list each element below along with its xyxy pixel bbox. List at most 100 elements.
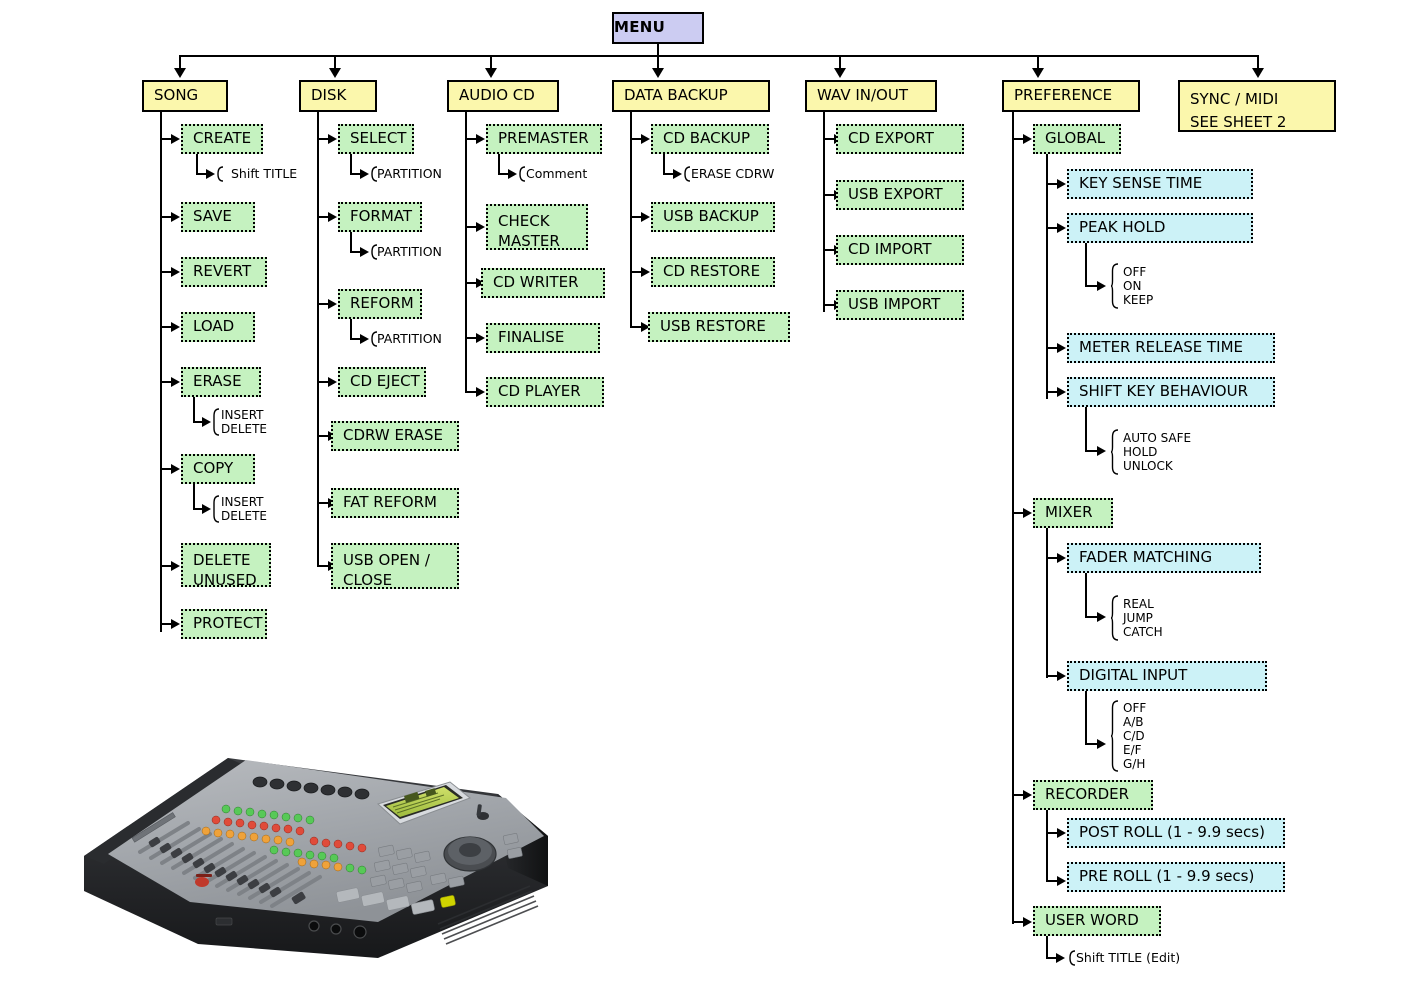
connector-erase-opt-v: [193, 397, 195, 423]
item-disk-usb-open-close[interactable]: USB OPEN / CLOSE: [331, 543, 459, 589]
group-recorder-label: RECORDER: [1045, 785, 1130, 804]
item-wav-usb-import[interactable]: USB IMPORT: [836, 290, 964, 320]
options-disk-format: PARTITION: [375, 244, 442, 260]
connector-fader-opt-v: [1085, 573, 1087, 618]
group-mixer[interactable]: MIXER: [1033, 498, 1113, 528]
connector-create-opt-v: [196, 154, 198, 174]
root-node-menu[interactable]: MENU: [612, 12, 704, 44]
item-disk-reform[interactable]: REFORM: [338, 289, 422, 319]
arrow-song-delete-unused: [171, 561, 180, 571]
item-meter-release-time[interactable]: METER RELEASE TIME: [1067, 333, 1275, 363]
arrow-peak-hold-opt: [1097, 281, 1106, 291]
item-song-protect[interactable]: PROTECT: [181, 609, 267, 639]
item-song-copy[interactable]: COPY: [181, 454, 255, 484]
item-song-delete-unused[interactable]: DELETE UNUSED: [181, 543, 271, 589]
arrow-pref-mixer: [1023, 508, 1032, 518]
item-db-usb-restore[interactable]: USB RESTORE: [648, 312, 790, 342]
arrow-create-opt: [206, 169, 215, 179]
item-db-cd-restore[interactable]: CD RESTORE: [651, 257, 775, 287]
item-disk-reform-label: REFORM: [350, 294, 414, 313]
options-disk-select: PARTITION: [375, 166, 442, 182]
item-db-cd-backup-label: CD BACKUP: [663, 129, 751, 148]
item-wav-cd-import[interactable]: CD IMPORT: [836, 235, 964, 265]
item-acd-premaster[interactable]: PREMASTER: [486, 124, 602, 154]
item-disk-format[interactable]: FORMAT: [338, 202, 422, 232]
option-select-partition: PARTITION: [377, 165, 442, 181]
category-sync-midi[interactable]: SYNC / MIDI SEE SHEET 2: [1178, 80, 1336, 132]
connector-peak-hold-opt-v: [1085, 243, 1087, 287]
item-acd-cd-writer[interactable]: CD WRITER: [481, 268, 605, 298]
arrow-sync-midi: [1252, 68, 1264, 78]
item-fader-matching[interactable]: FADER MATCHING: [1067, 543, 1261, 573]
category-audio-cd[interactable]: AUDIO CD: [447, 80, 559, 112]
category-disk-label: DISK: [311, 86, 347, 105]
item-db-usb-backup-label: USB BACKUP: [663, 207, 759, 226]
item-song-save[interactable]: SAVE: [181, 202, 255, 232]
item-meter-release-time-label: METER RELEASE TIME: [1079, 338, 1244, 357]
item-acd-premaster-label: PREMASTER: [498, 129, 589, 148]
spine-audio-cd: [465, 112, 467, 392]
connector-bus: [180, 55, 1258, 57]
category-preference[interactable]: PREFERENCE: [1002, 80, 1140, 112]
item-wav-cd-export[interactable]: CD EXPORT: [836, 124, 964, 154]
item-db-cd-backup[interactable]: CD BACKUP: [651, 124, 769, 154]
item-acd-check-master[interactable]: CHECK MASTER: [486, 204, 588, 250]
item-song-protect-label: PROTECT: [193, 614, 263, 633]
item-peak-hold-label: PEAK HOLD: [1079, 218, 1166, 237]
group-user-word[interactable]: USER WORD: [1033, 906, 1161, 936]
category-data-backup[interactable]: DATA BACKUP: [612, 80, 770, 112]
item-acd-cd-player[interactable]: CD PLAYER: [486, 377, 604, 407]
options-peak-hold: OFF ON KEEP: [1117, 265, 1153, 307]
arrow-select-opt: [360, 169, 369, 179]
group-recorder[interactable]: RECORDER: [1033, 780, 1153, 810]
arrow-recorder-post-roll: [1057, 828, 1066, 838]
category-wav-in-out[interactable]: WAV IN/OUT: [805, 80, 937, 112]
arrow-mixer-fader-matching: [1057, 553, 1066, 563]
item-song-revert[interactable]: REVERT: [181, 257, 267, 287]
spine-recorder: [1046, 810, 1048, 882]
group-global[interactable]: GLOBAL: [1033, 124, 1121, 154]
option-copy-insert: INSERT: [221, 494, 264, 509]
item-disk-fat-reform[interactable]: FAT REFORM: [331, 488, 459, 518]
item-post-roll-label: POST ROLL (1 - 9.9 secs): [1079, 823, 1265, 842]
arrow-db-usb-backup: [641, 212, 650, 222]
category-disk[interactable]: DISK: [299, 80, 377, 112]
item-key-sense-time[interactable]: KEY SENSE TIME: [1067, 169, 1253, 199]
item-pre-roll[interactable]: PRE ROLL (1 - 9.9 secs): [1067, 862, 1285, 892]
option-shift-unlock: UNLOCK: [1123, 459, 1173, 474]
arrow-song-protect: [171, 619, 180, 629]
option-erase-cdrw: ERASE CDRW: [691, 165, 775, 181]
option-peak-hold-off: OFF: [1123, 264, 1147, 279]
item-disk-cdrw-erase[interactable]: CDRW ERASE: [331, 421, 459, 451]
item-wav-usb-export[interactable]: USB EXPORT: [836, 180, 964, 210]
item-peak-hold[interactable]: PEAK HOLD: [1067, 213, 1253, 243]
category-song[interactable]: SONG: [142, 80, 228, 112]
arrow-song-revert: [171, 267, 180, 277]
item-disk-select[interactable]: SELECT: [338, 124, 414, 154]
item-acd-finalise[interactable]: FINALISE: [486, 323, 600, 353]
item-disk-cd-eject[interactable]: CD EJECT: [338, 367, 426, 397]
arrow-global-shift-key: [1057, 387, 1066, 397]
option-shift-title: Shift TITLE: [231, 165, 298, 181]
item-song-erase[interactable]: ERASE: [181, 367, 261, 397]
arrow-pref-global: [1023, 134, 1032, 144]
item-post-roll[interactable]: POST ROLL (1 - 9.9 secs): [1067, 818, 1285, 848]
arrow-song-save: [171, 212, 180, 222]
option-shift-hold: HOLD: [1123, 444, 1158, 459]
item-song-save-label: SAVE: [193, 207, 232, 226]
item-song-create[interactable]: CREATE: [181, 124, 263, 154]
menu-tree-diagram: MENU SONG DISK AUDIO CD DATA BACKUP WAV …: [0, 0, 1404, 992]
item-shift-key-behaviour[interactable]: SHIFT KEY BEHAVIOUR: [1067, 377, 1275, 407]
category-sync-midi-label: SYNC / MIDI: [1190, 90, 1279, 108]
item-wav-cd-export-label: CD EXPORT: [848, 129, 934, 148]
connector-drop-preference: [1037, 55, 1039, 69]
arrow-mixer-digital-input: [1057, 671, 1066, 681]
root-label: MENU: [614, 18, 666, 37]
arrow-acd-premaster: [476, 134, 485, 144]
item-disk-cd-eject-label: CD EJECT: [350, 372, 420, 391]
category-data-backup-label: DATA BACKUP: [624, 86, 728, 105]
item-db-usb-backup[interactable]: USB BACKUP: [651, 202, 775, 232]
item-song-load[interactable]: LOAD: [181, 312, 255, 342]
item-digital-input[interactable]: DIGITAL INPUT: [1067, 661, 1267, 691]
item-pre-roll-label: PRE ROLL (1 - 9.9 secs): [1079, 867, 1255, 886]
